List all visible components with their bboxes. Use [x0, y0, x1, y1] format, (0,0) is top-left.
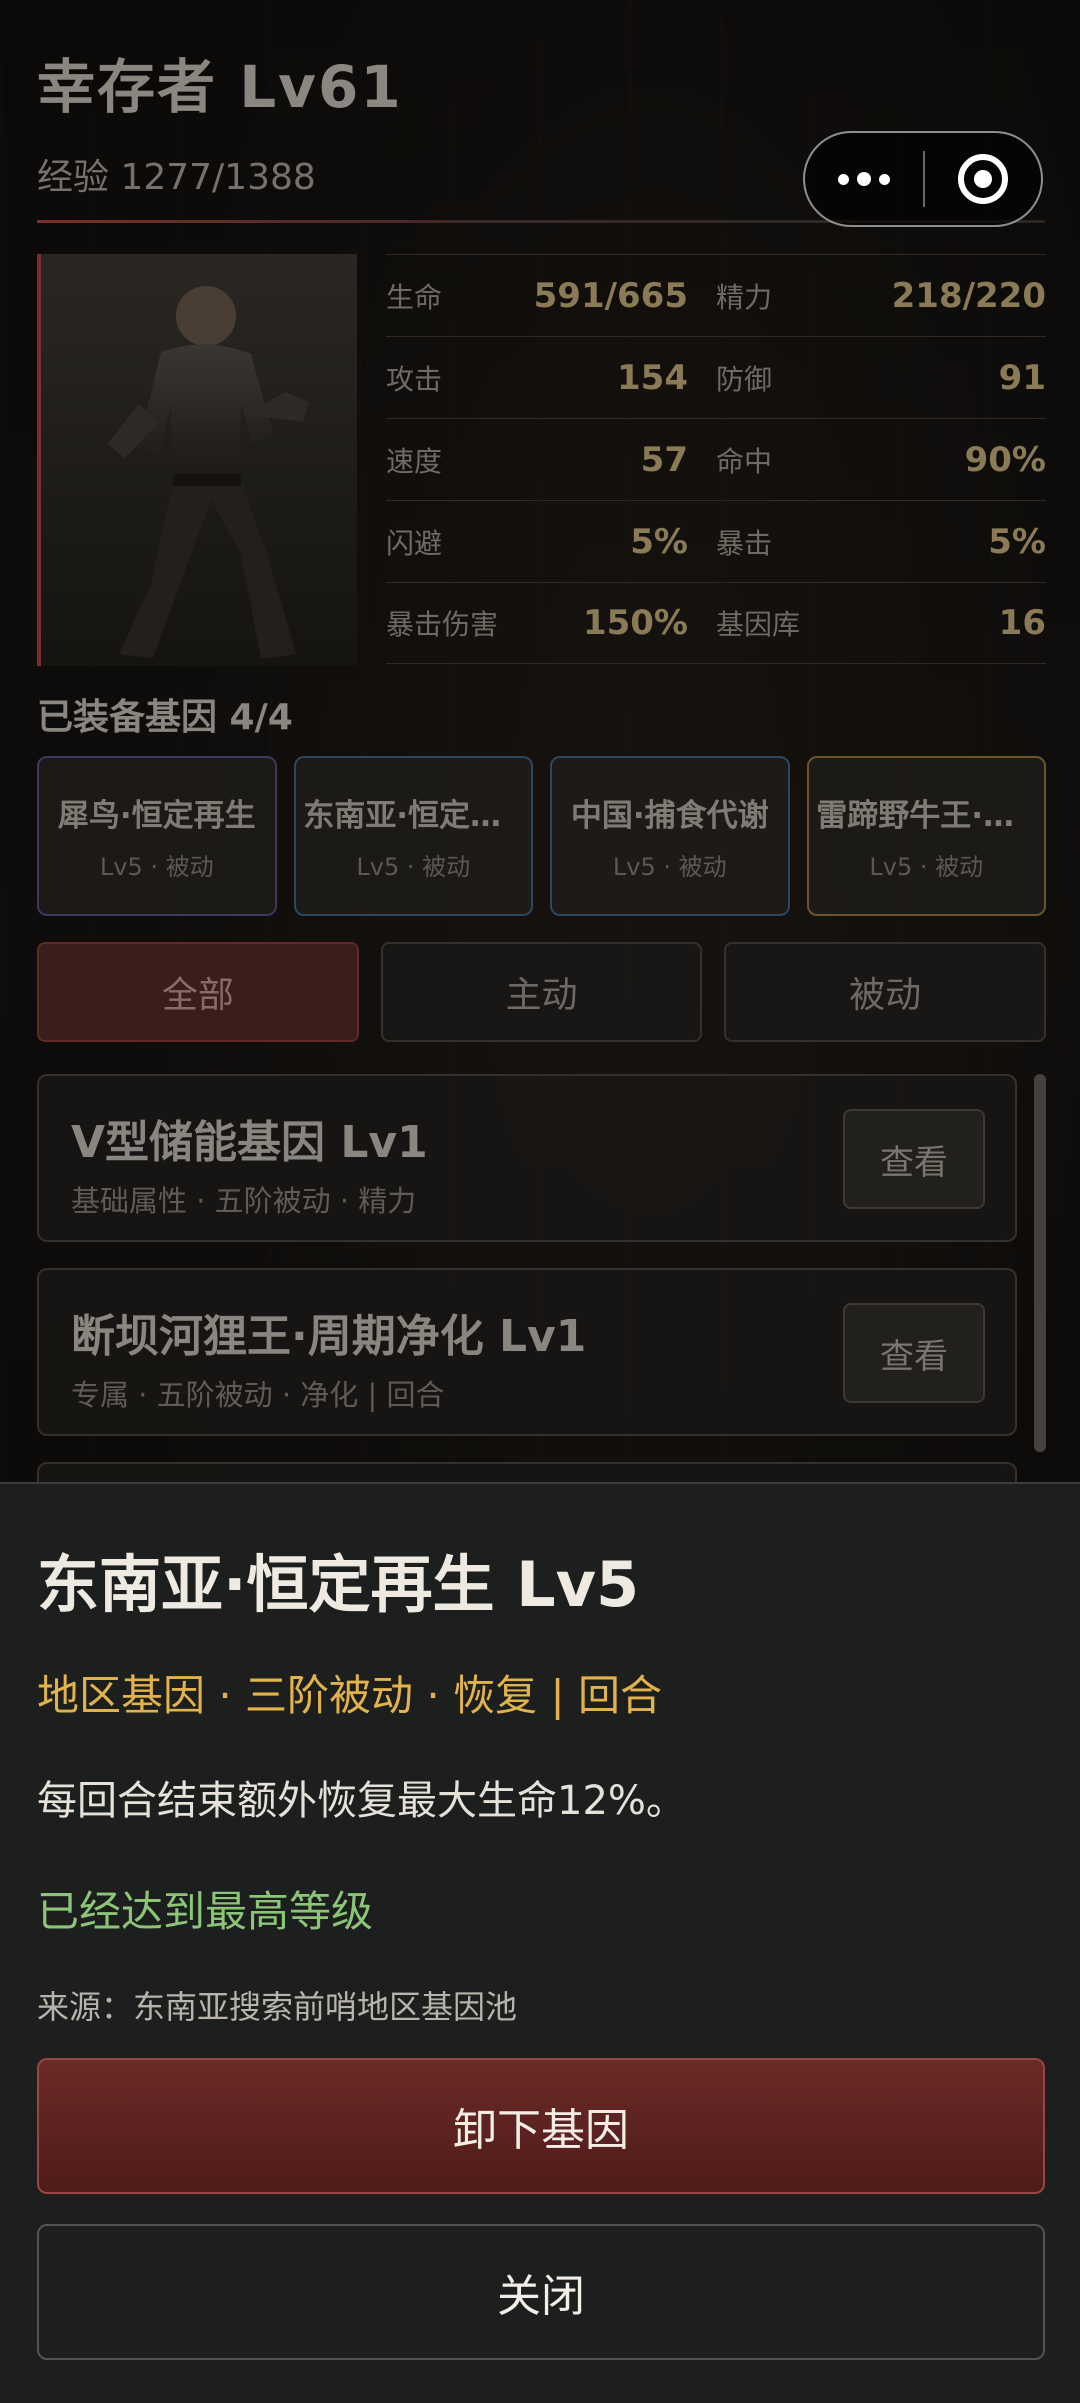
- stat-value: 90%: [964, 439, 1046, 480]
- gene-item-name: V型储能基因 Lv1: [71, 1117, 428, 1168]
- gene-slot[interactable]: 雷蹄野牛王·狂暴 Lv5 · 被动: [806, 756, 1046, 916]
- stat-attack: 攻击 154: [386, 358, 716, 398]
- gene-name: 雷蹄野牛王·狂暴: [816, 798, 1037, 834]
- equipped-genes-title: 已装备基因 4/4: [37, 697, 293, 738]
- stat-row: 攻击 154 防御 91: [386, 336, 1046, 418]
- scrollbar[interactable]: [1034, 1074, 1046, 1452]
- stat-label: 速度: [386, 444, 443, 478]
- stat-value: 91: [998, 357, 1046, 398]
- tab-active[interactable]: 主动: [380, 942, 703, 1042]
- stat-value: 154: [617, 357, 688, 398]
- gene-slot[interactable]: 犀鸟·恒定再生 Lv5 · 被动: [37, 756, 277, 916]
- stat-label: 攻击: [386, 362, 443, 396]
- gene-item-meta: 基础属性 · 五阶被动 · 精力: [71, 1184, 417, 1218]
- stat-value: 5%: [988, 521, 1046, 562]
- stat-label: 生命: [386, 280, 443, 314]
- gene-name: 东南亚·恒定再生: [303, 798, 524, 834]
- stat-hp: 生命 591/665: [386, 276, 716, 316]
- gene-level: Lv5 · 被动: [99, 853, 214, 881]
- list-item[interactable]: 断坝河狸王·周期净化 Lv1 专属 · 五阶被动 · 净化 | 回合 查看: [37, 1268, 1017, 1436]
- tab-all[interactable]: 全部: [37, 942, 359, 1042]
- stat-value: 218/220: [891, 275, 1046, 316]
- experience-text: 经验 1277/1388: [37, 157, 316, 198]
- view-button[interactable]: 查看: [843, 1303, 985, 1403]
- miniprogram-capsule: [803, 131, 1043, 227]
- stat-gene-bank: 基因库 16: [716, 603, 1046, 643]
- stat-row: 生命 591/665 精力 218/220: [386, 254, 1046, 336]
- more-dots-icon[interactable]: [805, 172, 923, 186]
- page-title: 幸存者 Lv61: [37, 53, 403, 121]
- stat-value: 57: [640, 439, 688, 480]
- target-close-icon[interactable]: [925, 154, 1041, 204]
- max-level-notice: 已经达到最高等级: [37, 1887, 374, 1936]
- gene-level: Lv5 · 被动: [869, 853, 984, 881]
- stats-grid: 生命 591/665 精力 218/220 攻击 154 防御 91 速度 57…: [386, 254, 1046, 664]
- stat-label: 命中: [716, 444, 773, 478]
- gene-item-name: 断坝河狸王·周期净化 Lv1: [71, 1311, 587, 1362]
- stat-energy: 精力 218/220: [716, 276, 1046, 316]
- close-button[interactable]: 关闭: [37, 2224, 1045, 2360]
- stat-row: 速度 57 命中 90%: [386, 418, 1046, 500]
- stat-label: 防御: [716, 362, 773, 396]
- gene-item-meta: 专属 · 五阶被动 · 净化 | 回合: [71, 1378, 445, 1412]
- stat-defense: 防御 91: [716, 358, 1046, 398]
- unequip-button[interactable]: 卸下基因: [37, 2058, 1045, 2194]
- sheet-description: 每回合结束额外恢复最大生命12%。: [37, 1778, 686, 1824]
- stat-evasion: 闪避 5%: [386, 522, 716, 562]
- scrollbar-thumb[interactable]: [1034, 1074, 1046, 1452]
- gene-slot[interactable]: 东南亚·恒定再生 Lv5 · 被动: [293, 756, 533, 916]
- stat-value: 150%: [582, 603, 688, 643]
- gene-slot[interactable]: 中国·捕食代谢 Lv5 · 被动: [550, 756, 790, 916]
- sheet-tags: 地区基因 · 三阶被动 · 恢复 | 回合: [37, 1671, 662, 1720]
- stat-label: 基因库: [716, 608, 801, 641]
- gene-detail-sheet: 东南亚·恒定再生 Lv5 地区基因 · 三阶被动 · 恢复 | 回合 每回合结束…: [0, 1482, 1080, 2403]
- stat-row: 闪避 5% 暴击 5%: [386, 500, 1046, 582]
- stat-label: 暴击伤害: [386, 608, 499, 641]
- stat-speed: 速度 57: [386, 440, 716, 480]
- list-item[interactable]: V型储能基因 Lv1 基础属性 · 五阶被动 · 精力 查看: [37, 1074, 1017, 1242]
- gene-name: 中国·捕食代谢: [570, 798, 769, 834]
- stat-value: 591/665: [533, 275, 688, 316]
- stat-row: 暴击伤害 150% 基因库 16: [386, 582, 1046, 664]
- stat-label: 精力: [716, 280, 773, 314]
- filter-tabs: 全部 主动 被动: [37, 942, 1047, 1042]
- stat-crit: 暴击 5%: [716, 522, 1046, 562]
- stat-crit-damage: 暴击伤害 150%: [386, 603, 716, 643]
- gene-name: 犀鸟·恒定再生: [57, 798, 256, 834]
- equipped-genes: 犀鸟·恒定再生 Lv5 · 被动 东南亚·恒定再生 Lv5 · 被动 中国·捕食…: [37, 756, 1046, 916]
- survivor-portrait: [37, 254, 357, 666]
- stat-label: 暴击: [716, 526, 773, 560]
- stat-value: 5%: [630, 521, 688, 562]
- stat-value: 16: [998, 603, 1046, 643]
- sheet-title: 东南亚·恒定再生 Lv5: [37, 1548, 640, 1621]
- view-button[interactable]: 查看: [843, 1109, 985, 1209]
- gene-level: Lv5 · 被动: [612, 853, 727, 881]
- stat-label: 闪避: [386, 526, 443, 560]
- gene-level: Lv5 · 被动: [356, 853, 471, 881]
- stat-accuracy: 命中 90%: [716, 440, 1046, 480]
- tab-passive[interactable]: 被动: [724, 942, 1047, 1042]
- gene-source: 来源：东南亚搜索前哨地区基因池: [37, 1988, 518, 2026]
